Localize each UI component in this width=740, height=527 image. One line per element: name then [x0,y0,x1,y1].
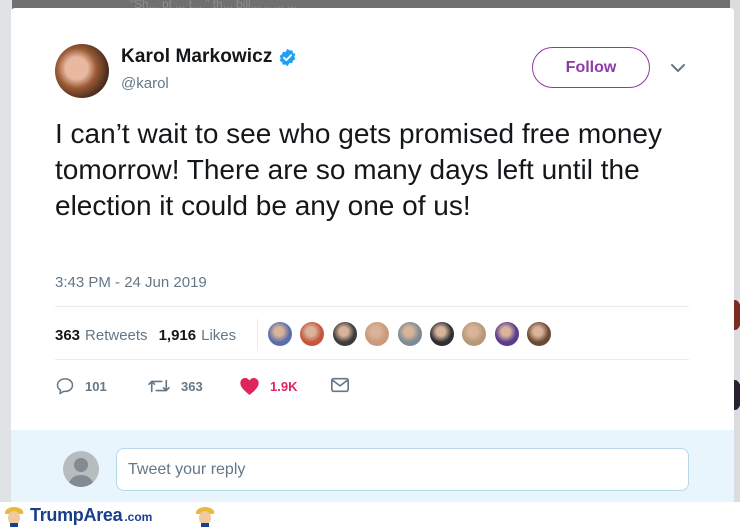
watermark-footer: TrumpArea .com [0,502,740,527]
liker-avatar[interactable] [492,320,521,348]
liker-avatar[interactable] [330,320,359,348]
liker-avatars [266,320,558,348]
avatar[interactable] [55,44,109,98]
reply-input[interactable] [116,448,689,491]
like-count: 1.9K [270,378,298,394]
liker-avatar[interactable] [266,320,294,348]
liker-avatar[interactable] [363,320,392,348]
retweet-icon [148,379,170,393]
chevron-down-icon[interactable] [670,62,686,74]
site-logo: TrumpArea .com [2,503,152,527]
liker-avatar[interactable] [427,320,456,348]
stats-separator [257,319,258,351]
default-avatar-icon [68,458,94,487]
retweet-count: 363 [181,378,203,394]
envelope-icon [331,377,349,393]
retweets-count[interactable]: 363 [55,327,80,344]
user-avatar[interactable] [63,451,99,487]
likes-count[interactable]: 1,916 [159,327,197,344]
like-action[interactable]: 1.9K [239,376,297,396]
author-handle[interactable]: @karol [121,75,169,92]
brand-name: TrumpArea [30,504,123,525]
liker-avatar[interactable] [525,320,554,348]
heart-icon [240,377,259,396]
background-tweet-text: “Sh... pt ... t... ” th... bill... .. ..… [130,0,298,8]
tweet-text: I can’t wait to see who gets promised fr… [55,118,662,221]
tweet-timestamp[interactable]: 3:43 PM - 24 Jun 2019 [55,274,207,291]
direct-message-action[interactable] [330,376,360,394]
reply-action[interactable]: 101 [55,376,107,396]
reply-composer [11,430,734,502]
likes-label[interactable]: Likes [201,327,236,344]
brand-tld: .com [124,509,153,524]
cartoon-head-icon [4,506,24,527]
follow-button[interactable]: Follow [532,47,650,88]
retweets-label[interactable]: Retweets [85,327,148,344]
liker-avatar[interactable] [460,320,489,348]
reply-count: 101 [85,378,107,394]
verified-badge-icon [280,48,296,66]
engagement-stats: 363 Retweets 1,916 Likes [55,325,236,345]
retweet-action[interactable]: 363 [147,376,203,396]
liker-avatar[interactable] [395,320,424,348]
divider [55,306,689,307]
divider [55,359,689,360]
cartoon-head-icon [195,506,215,527]
tweet-card: Karol Markowicz @karol Follow I can’t wa… [11,8,734,502]
author-name-row: Karol Markowicz [121,46,297,68]
reply-icon [56,378,74,395]
display-name[interactable]: Karol Markowicz [121,46,272,68]
liker-avatar[interactable] [298,320,327,348]
